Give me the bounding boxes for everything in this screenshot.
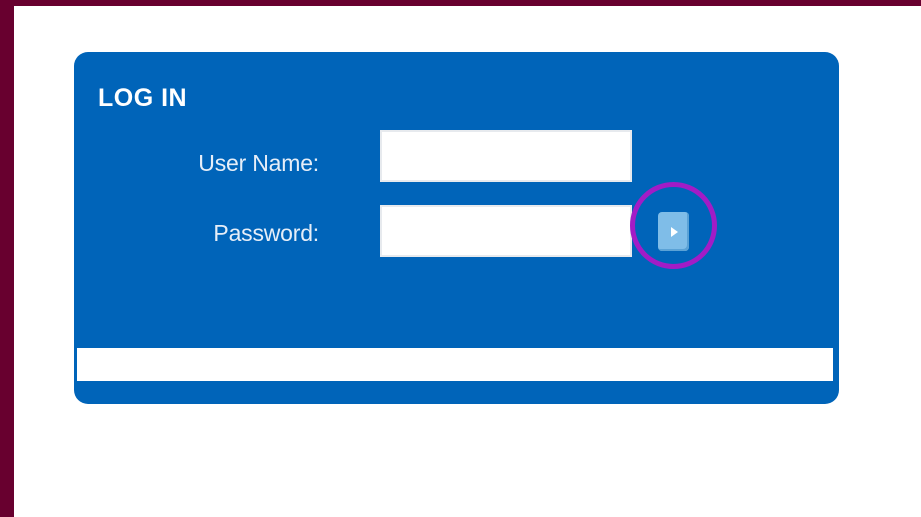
- login-panel: LOG IN User Name: Password:: [74, 52, 839, 404]
- login-title: LOG IN: [98, 84, 188, 112]
- page-canvas: LOG IN User Name: Password:: [14, 6, 921, 517]
- username-input[interactable]: [380, 130, 632, 182]
- login-submit-button[interactable]: [658, 212, 689, 251]
- username-label: User Name:: [198, 150, 319, 176]
- password-input[interactable]: [380, 205, 632, 257]
- footer-strip: [77, 348, 833, 381]
- play-arrow-icon: [671, 226, 678, 237]
- password-label: Password:: [213, 220, 319, 246]
